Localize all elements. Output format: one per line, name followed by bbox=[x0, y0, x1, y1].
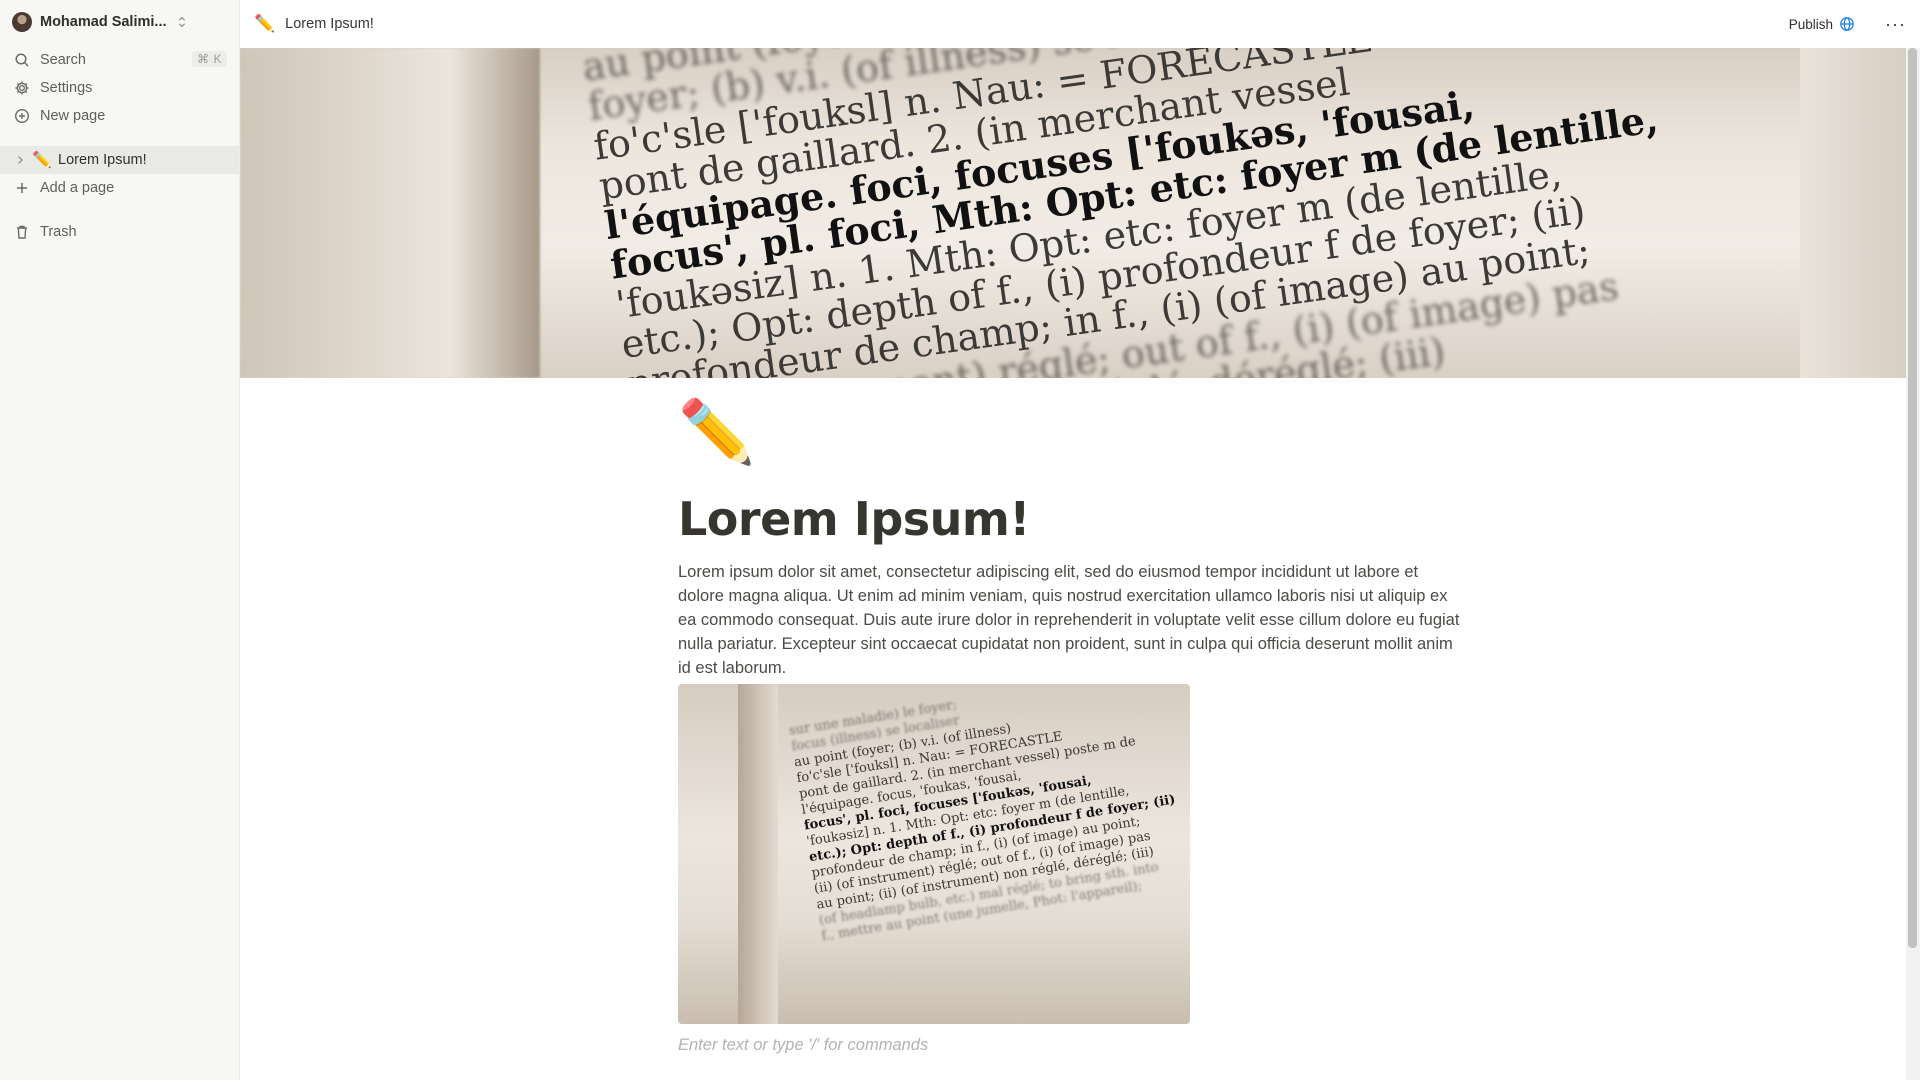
sidebar-item-settings[interactable]: Settings bbox=[0, 74, 239, 102]
search-icon bbox=[15, 53, 29, 67]
gear-icon bbox=[15, 81, 29, 95]
sidebar-item-label: Settings bbox=[40, 80, 93, 96]
paragraph-block[interactable]: Lorem ipsum dolor sit amet, consectetur … bbox=[678, 560, 1468, 680]
avatar bbox=[12, 12, 32, 32]
publish-button[interactable]: Publish bbox=[1789, 16, 1855, 32]
workspace-name: Mohamad Salimi... bbox=[40, 14, 167, 30]
cover-text: au point (foyer; (b) v.i. (of illness fo… bbox=[580, 48, 1917, 378]
trash-icon bbox=[17, 225, 27, 239]
breadcrumb-title: Lorem Ipsum! bbox=[285, 16, 374, 32]
image-book-spine bbox=[738, 684, 778, 1024]
sidebar-item-label: Trash bbox=[40, 224, 77, 240]
add-page-button[interactable]: Add a page bbox=[0, 174, 239, 202]
top-actions: Publish ··· bbox=[1789, 15, 1906, 33]
plus-icon bbox=[17, 183, 27, 193]
sidebar-item-label: Search bbox=[40, 52, 86, 68]
sidebar-item-trash[interactable]: Trash bbox=[0, 218, 239, 246]
search-shortcut-badge: ⌘ K bbox=[192, 51, 227, 67]
more-options-button[interactable]: ··· bbox=[1885, 15, 1906, 33]
sidebar-page-lorem-ipsum[interactable]: ✏️ Lorem Ipsum! bbox=[0, 146, 239, 174]
scrollbar-thumb[interactable] bbox=[1908, 48, 1917, 948]
app-window: Mohamad Salimi... Search ⌘ K Settings Ne… bbox=[0, 0, 1920, 1080]
sidebar-page-label: Lorem Ipsum! bbox=[58, 152, 147, 168]
chevron-up-down-icon bbox=[178, 16, 185, 28]
image-block[interactable]: sur une maladie) le foyer; focus (illnes… bbox=[678, 684, 1190, 1024]
top-bar: ✏️ Lorem Ipsum! Publish ··· bbox=[240, 0, 1920, 48]
chevron-right-icon[interactable] bbox=[14, 154, 26, 166]
sidebar-nav: Search ⌘ K Settings New page bbox=[0, 44, 239, 132]
sidebar: Mohamad Salimi... Search ⌘ K Settings Ne… bbox=[0, 0, 240, 1080]
cover-image[interactable]: au point (foyer; (b) v.i. (of illness fo… bbox=[240, 48, 1920, 378]
sidebar-item-label: New page bbox=[40, 108, 106, 124]
image-text: sur une maladie) le foyer; focus (illnes… bbox=[788, 684, 1190, 945]
cover-page-fold bbox=[240, 48, 540, 378]
page-title[interactable]: Lorem Ipsum! bbox=[678, 492, 1468, 546]
sidebar-item-new-page[interactable]: New page bbox=[0, 102, 239, 130]
breadcrumb[interactable]: ✏️ Lorem Ipsum! bbox=[254, 14, 374, 34]
sidebar-item-search[interactable]: Search ⌘ K bbox=[0, 46, 239, 74]
document-body: ✏️ Lorem Ipsum! Lorem ipsum dolor sit am… bbox=[678, 398, 1468, 1055]
pencil-icon: ✏️ bbox=[32, 152, 52, 169]
scrollbar[interactable] bbox=[1906, 48, 1920, 1080]
empty-block-placeholder[interactable]: Enter text or type '/' for commands bbox=[678, 1036, 1468, 1055]
globe-icon bbox=[1840, 17, 1854, 31]
pencil-icon: ✏️ bbox=[254, 14, 276, 33]
plus-circle-icon bbox=[14, 108, 30, 124]
publish-label: Publish bbox=[1788, 16, 1834, 32]
add-page-label: Add a page bbox=[40, 180, 115, 196]
main-content: ✏️ Lorem Ipsum! Publish ··· au point (fo… bbox=[240, 0, 1920, 1080]
page-icon[interactable]: ✏️ bbox=[678, 398, 1468, 478]
workspace-switcher[interactable]: Mohamad Salimi... bbox=[0, 0, 239, 44]
